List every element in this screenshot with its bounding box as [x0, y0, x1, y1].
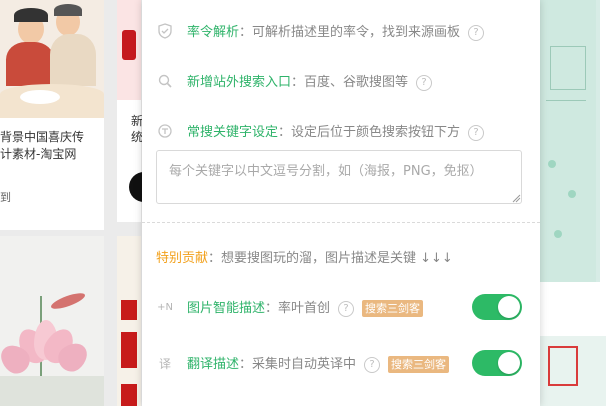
- background-card-right[interactable]: [540, 0, 606, 406]
- feature-row-translate-description: 译 翻译描述：采集时自动英译中? 搜索三剑客: [142, 350, 540, 376]
- background-red-poster[interactable]: [117, 236, 141, 406]
- contribution-row: 特别贡献：想要搜图玩的溜，图片描述是关键 ↓↓↓: [142, 244, 540, 268]
- contribution-description: ：想要搜图玩的溜，图片描述是关键 ↓↓↓: [208, 250, 453, 266]
- feature-description: ：百度、谷歌搜图等: [291, 75, 409, 91]
- toggle-knob: [498, 352, 520, 374]
- feature-title: 常搜关键字设定: [187, 125, 279, 141]
- smart-description-toggle[interactable]: [472, 294, 522, 320]
- feature-title: 图片智能描述: [187, 301, 266, 316]
- settings-panel: 率令解析：可解析描述里的率令，找到来源画板? 新增站外搜索入口：百度、谷歌搜图等…: [142, 0, 540, 406]
- resize-handle-icon[interactable]: [511, 193, 521, 203]
- help-icon[interactable]: ?: [468, 124, 485, 141]
- feature-description: ：可解析描述里的率令，找到来源画板: [239, 25, 461, 41]
- feature-row-label: 率令解析：可解析描述里的率令，找到来源画板?: [187, 21, 485, 41]
- background-illustration: [0, 0, 104, 118]
- search-icon: [156, 72, 174, 90]
- toggle-knob: [498, 296, 520, 318]
- feature-description: ：设定后位于颜色搜索按钮下方: [278, 125, 461, 141]
- feature-row-command-parse: 率令解析：可解析描述里的率令，找到来源画板?: [142, 19, 540, 43]
- background-lotus-image[interactable]: [0, 236, 104, 406]
- feature-description: ：采集时自动英译中: [239, 357, 357, 372]
- background-card-left[interactable]: 背景中国喜庆传 计素材-淘宝网 到: [0, 0, 104, 230]
- translate-description-toggle[interactable]: [472, 350, 522, 376]
- feature-row-external-search: 新增站外搜索入口：百度、谷歌搜图等?: [142, 69, 540, 93]
- feature-row-keyword-setting: 常搜关键字设定：设定后位于颜色搜索按钮下方?: [142, 119, 540, 143]
- keyword-input[interactable]: [156, 150, 522, 204]
- help-icon[interactable]: ?: [338, 300, 355, 317]
- background-green-poster: [540, 0, 600, 282]
- feature-row-label: 新增站外搜索入口：百度、谷歌搜图等?: [187, 71, 433, 91]
- feature-row-label: 常搜关键字设定：设定后位于颜色搜索按钮下方?: [187, 121, 485, 141]
- background-thumbnail: [117, 0, 141, 100]
- contribution-label: 特别贡献：想要搜图玩的溜，图片描述是关键 ↓↓↓: [156, 247, 453, 266]
- feature-title: 率令解析: [187, 25, 240, 41]
- shield-icon: [156, 22, 174, 40]
- background-card-middle[interactable]: 新 统: [117, 0, 159, 222]
- section-divider: [142, 222, 540, 223]
- plus-n-icon: +N: [157, 301, 173, 313]
- contribution-title: 特别贡献: [156, 250, 209, 266]
- feature-row-label: 图片智能描述：率叶首创? 搜索三剑客: [187, 297, 424, 317]
- help-icon[interactable]: ?: [468, 24, 485, 41]
- background-card-title: 背景中国喜庆传: [0, 130, 85, 144]
- feature-row-label: 翻译描述：采集时自动英译中? 搜索三剑客: [187, 353, 450, 373]
- feature-row-smart-description: +N 图片智能描述：率叶首创? 搜索三剑客: [142, 294, 540, 320]
- background-card-meta: 到: [0, 191, 11, 204]
- feature-description: ：率叶首创: [265, 301, 331, 316]
- background-card-title-line2: 计素材-淘宝网: [0, 147, 77, 161]
- feature-title: 翻译描述: [187, 357, 240, 372]
- background-green-poster-lower: [540, 336, 606, 406]
- search-trio-badge: 搜索三剑客: [388, 356, 450, 373]
- help-icon[interactable]: ?: [364, 356, 381, 373]
- feature-title: 新增站外搜索入口: [187, 75, 292, 91]
- help-icon[interactable]: ?: [416, 74, 433, 91]
- tag-icon: [156, 122, 174, 140]
- search-trio-badge: 搜索三剑客: [362, 300, 424, 317]
- translate-icon: 译: [158, 356, 171, 371]
- app-screen: 背景中国喜庆传 计素材-淘宝网 到 新 统 率令解析：可解析描述里的率令，找到来…: [0, 0, 606, 406]
